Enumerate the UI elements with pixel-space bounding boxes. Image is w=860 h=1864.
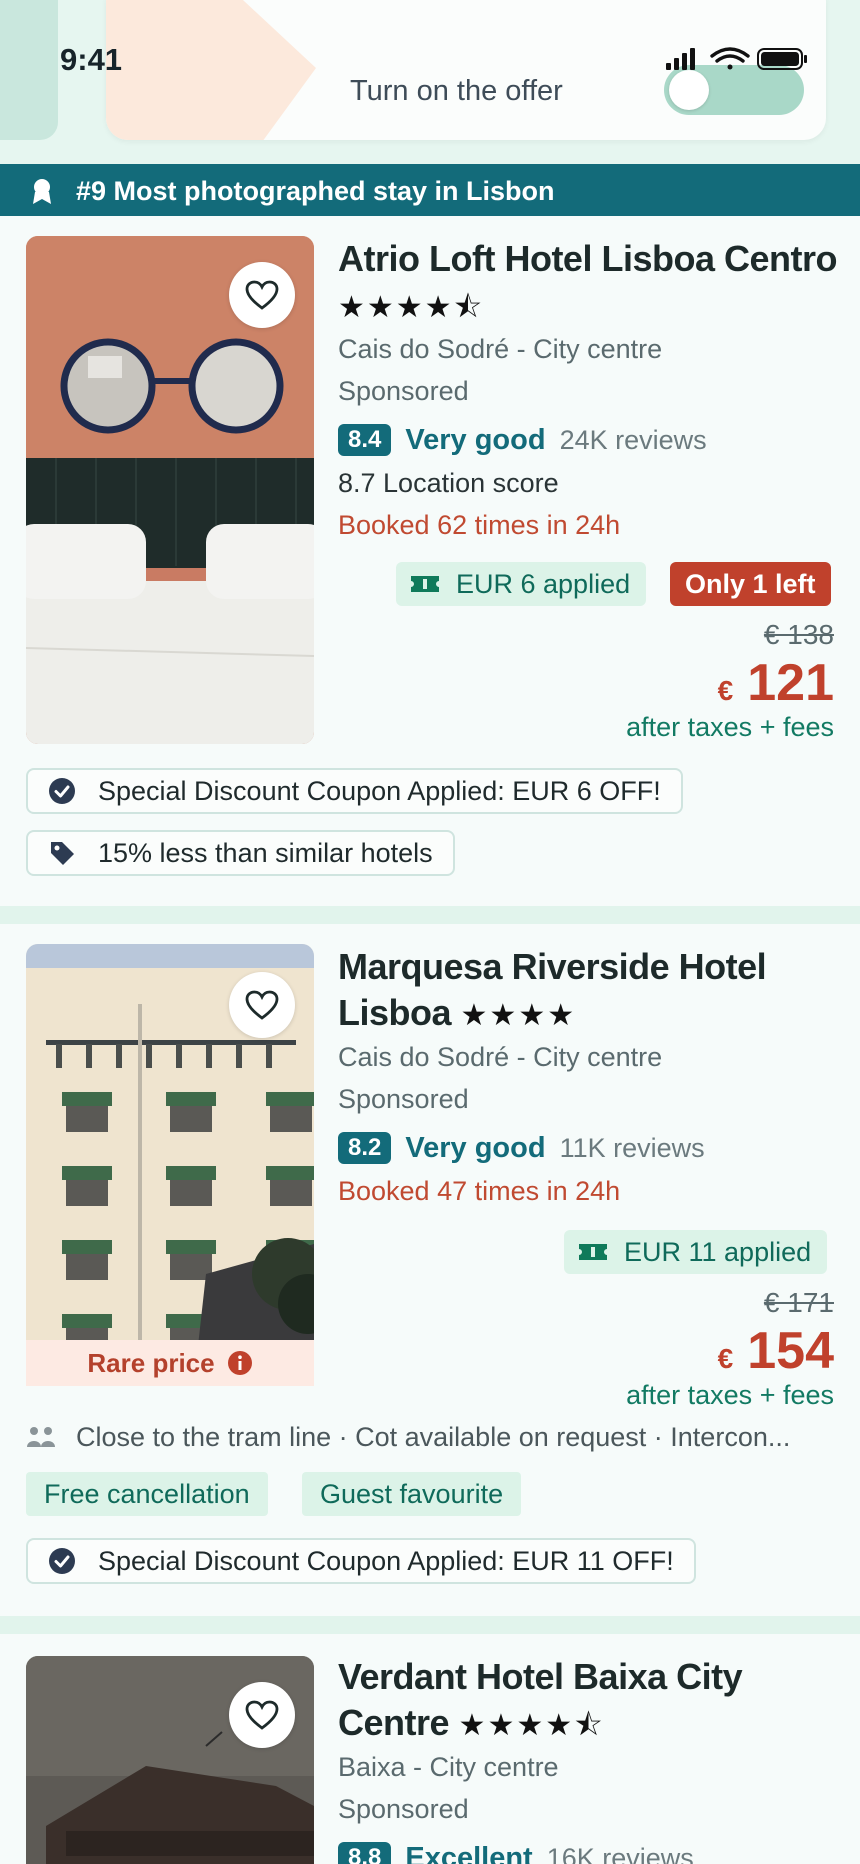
sponsored-label: Sponsored	[338, 1794, 469, 1824]
review-score: 8.8	[338, 1842, 392, 1864]
favorite-button[interactable]	[229, 262, 295, 328]
after-taxes-label: after taxes + fees	[626, 1380, 834, 1410]
amenities-line: Close to the tram line · Cot available o…	[26, 1422, 836, 1453]
applied-text: EUR 11 applied	[624, 1236, 812, 1267]
rating-row: 8.8 Excellent 16K reviews	[338, 1842, 694, 1864]
heart-icon	[245, 990, 279, 1020]
original-price: € 171	[763, 1287, 834, 1318]
ticket-icon	[579, 1244, 607, 1260]
location-score: 8.7 Location score	[338, 468, 559, 498]
star-rating: ★★★★⯪	[338, 291, 484, 324]
wifi-icon	[710, 47, 750, 70]
hotel-location: Baixa - City centre	[338, 1752, 559, 1782]
rare-price-text: Rare price	[87, 1347, 215, 1378]
heart-icon	[245, 280, 279, 310]
status-icons	[664, 46, 814, 70]
rating-row: 8.2 Very good 11K reviews	[338, 1132, 705, 1164]
review-score: 8.4	[338, 424, 392, 456]
review-score: 8.2	[338, 1132, 392, 1164]
coupon-chip: Special Discount Coupon Applied: EUR 11 …	[26, 1538, 696, 1584]
price-currency: €	[717, 1343, 734, 1374]
sponsored-label: Sponsored	[338, 376, 469, 406]
original-price: € 138	[763, 619, 834, 650]
ribbon-text: #9 Most photographed stay in Lisbon	[76, 176, 555, 206]
amenities-text: Close to the tram line · Cot available o…	[76, 1422, 791, 1452]
review-count: 11K reviews	[559, 1132, 705, 1163]
side-offer-card[interactable]	[0, 0, 58, 140]
battery-icon	[757, 48, 807, 70]
rating-word: Very good	[405, 1131, 546, 1164]
price-currency: €	[717, 675, 734, 706]
review-count: 16K reviews	[546, 1842, 694, 1864]
hotel-card[interactable]: Verdant Hotel Baixa City Centre ★★★★⯪ Ba…	[0, 1634, 860, 1864]
favorite-button[interactable]	[229, 1682, 295, 1748]
check-circle-icon	[49, 778, 75, 804]
hotel-card[interactable]: Rare price Marquesa Riverside Hotel Lisb…	[0, 924, 860, 1614]
card-separator	[0, 906, 860, 924]
family-icon	[27, 1426, 55, 1447]
coupon-text: Special Discount Coupon Applied: EUR 6 O…	[98, 775, 661, 806]
price: € 121	[718, 653, 834, 713]
rare-price-banner: Rare price	[26, 1340, 314, 1386]
ranking-ribbon: #9 Most photographed stay in Lisbon	[0, 164, 860, 216]
coupon-text: Special Discount Coupon Applied: EUR 11 …	[98, 1545, 674, 1576]
toggle-knob	[669, 70, 709, 110]
award-icon	[30, 177, 54, 212]
price-amount: 121	[747, 654, 834, 712]
ticket-icon	[411, 576, 439, 592]
applied-discount-badge: EUR 6 applied	[396, 562, 647, 606]
rating-row: 8.4 Very good 24K reviews	[338, 424, 707, 456]
offer-decoration	[106, 0, 316, 140]
rating-word: Excellent	[405, 1841, 533, 1864]
hotel-location: Cais do Sodré - City centre	[338, 1042, 663, 1072]
star-rating: ★★★★⯪	[458, 1709, 605, 1742]
favorite-button[interactable]	[229, 972, 295, 1038]
coupon-chip: Special Discount Coupon Applied: EUR 6 O…	[26, 768, 683, 814]
info-icon[interactable]	[227, 1350, 253, 1376]
offer-header: Turn on the offer 9:41	[0, 0, 860, 164]
signal-icon	[666, 48, 695, 70]
tag-guest-favourite: Guest favourite	[302, 1472, 522, 1516]
hotel-name[interactable]: Verdant Hotel Baixa City Centre ★★★★⯪	[338, 1654, 838, 1749]
applied-text: EUR 6 applied	[456, 568, 631, 599]
sponsored-label: Sponsored	[338, 1084, 469, 1114]
card-separator	[0, 1616, 860, 1634]
price-amount: 154	[747, 1322, 834, 1380]
comparison-text: 15% less than similar hotels	[98, 837, 433, 868]
hotel-name[interactable]: Atrio Loft Hotel Lisboa Centro ★★★★⯪	[338, 236, 838, 331]
hotel-name[interactable]: Marquesa Riverside Hotel Lisboa ★★★★	[338, 944, 838, 1039]
star-rating: ★★★★	[460, 999, 577, 1032]
price-tag-icon	[51, 842, 74, 865]
price: € 154	[718, 1321, 834, 1381]
offer-toggle[interactable]	[664, 65, 804, 115]
status-time: 9:41	[60, 42, 123, 77]
heart-icon	[245, 1700, 279, 1730]
applied-discount-badge: EUR 11 applied	[564, 1230, 828, 1274]
booked-count: Booked 62 times in 24h	[338, 510, 621, 540]
hotel-name-text: Atrio Loft Hotel Lisboa Centro	[338, 238, 837, 279]
offer-label: Turn on the offer	[350, 75, 563, 107]
review-count: 24K reviews	[559, 424, 707, 455]
tag-free-cancellation: Free cancellation	[26, 1472, 268, 1516]
comparison-chip: 15% less than similar hotels	[26, 830, 455, 876]
hotel-location: Cais do Sodré - City centre	[338, 334, 663, 364]
after-taxes-label: after taxes + fees	[626, 712, 834, 742]
availability-badge: Only 1 left	[670, 562, 831, 606]
check-circle-icon	[49, 1548, 75, 1574]
booked-count: Booked 47 times in 24h	[338, 1176, 621, 1206]
rating-word: Very good	[405, 423, 546, 456]
hotel-card[interactable]: Atrio Loft Hotel Lisboa Centro ★★★★⯪ Cai…	[0, 216, 860, 906]
